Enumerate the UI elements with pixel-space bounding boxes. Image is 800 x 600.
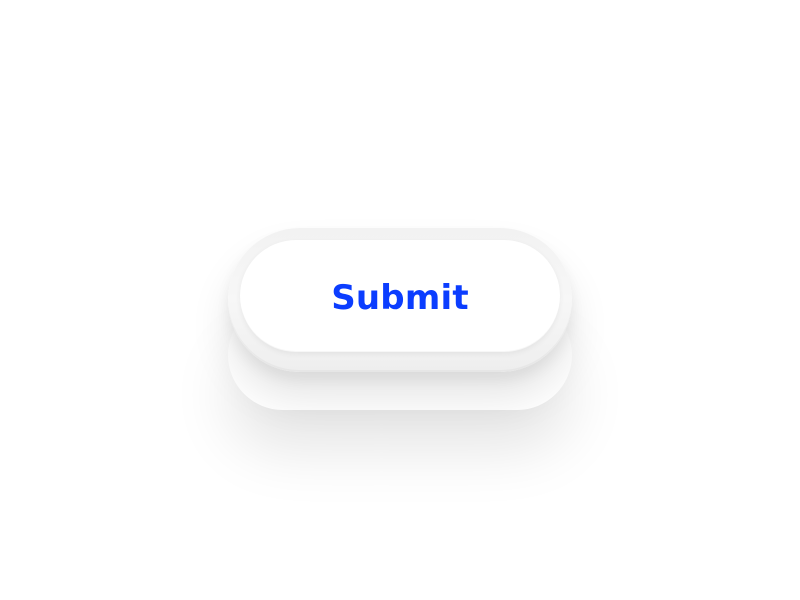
- submit-button[interactable]: Submit: [228, 228, 572, 372]
- canvas: Submit: [0, 0, 800, 600]
- button-surface: Submit: [240, 240, 560, 352]
- submit-button-label: Submit: [331, 278, 469, 318]
